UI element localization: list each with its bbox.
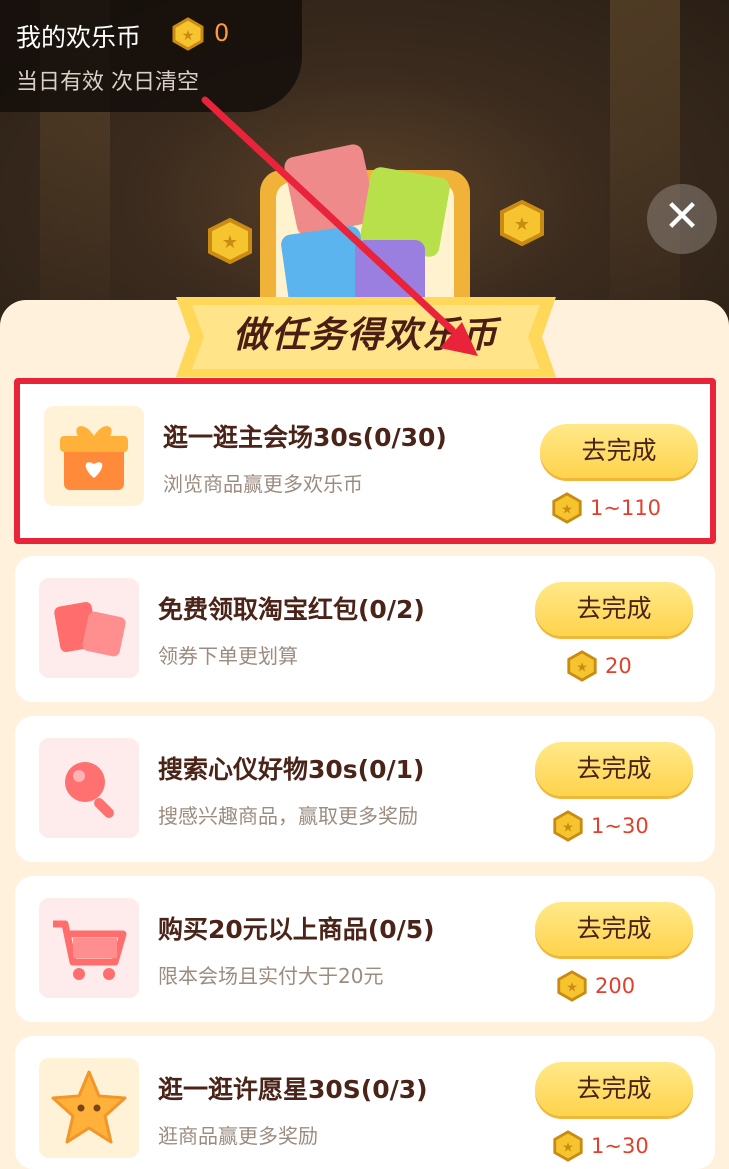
coin-icon: ★ [500,199,544,247]
task-description: 浏览商品赢更多欢乐币 [163,472,363,496]
task-reward: ★ 1~30 [551,808,649,844]
svg-text:★: ★ [566,981,578,996]
task-reward: ★ 1~110 [550,490,661,526]
coin-balance-count: 0 [214,19,230,47]
coin-balance-subtitle: 当日有效 次日清空 [16,70,199,95]
task-card: 逛一逛许愿星30S(0/3) 逛商品赢更多奖励 去完成 ★ 1~30 [15,1036,715,1169]
task-description: 限本会场且实付大于20元 [158,964,384,988]
coin-icon: ★ [552,492,582,524]
task-description: 逛商品赢更多奖励 [158,1124,318,1148]
svg-text:★: ★ [222,232,238,253]
task-description: 领券下单更划算 [158,644,298,668]
close-icon: ✕ [663,191,701,242]
coin-balance-title: 我的欢乐币 [16,23,142,52]
task-name: 逛一逛主会场30s(0/30) [163,423,447,452]
svg-text:★: ★ [562,821,574,836]
task-card: 购买20元以上商品(0/5) 限本会场且实付大于20元 去完成 ★ 200 [15,876,715,1022]
background-beam [610,0,680,330]
go-complete-button[interactable]: 去完成 [535,742,693,796]
coin-balance-chip[interactable]: 我的欢乐币 ★ 0 当日有效 次日清空 [0,0,302,112]
coin-icon: ★ [553,810,583,842]
task-card: 免费领取淘宝红包(0/2) 领券下单更划算 去完成 ★ 20 [15,556,715,702]
task-icon-box [44,406,144,506]
reward-amount: 20 [605,654,632,678]
task-icon-box [39,1058,139,1158]
coin-icon: ★ [208,217,252,265]
task-icon-box [39,898,139,998]
red-packet-icon [54,602,126,657]
gift-heart-icon [60,426,128,490]
coin-icon: ★ [557,970,587,1002]
svg-text:★: ★ [182,28,195,44]
close-button[interactable]: ✕ [647,184,717,254]
reward-amount: 1~30 [591,814,649,838]
reward-amount: 1~110 [590,496,662,520]
reward-amount: 1~30 [591,1134,649,1158]
task-card: 搜索心仪好物30s(0/1) 搜感兴趣商品，赢取更多奖励 去完成 ★ 1~30 [15,716,715,862]
task-reward: ★ 200 [555,968,635,1004]
star-icon [51,1070,127,1144]
go-complete-button[interactable]: 去完成 [535,902,693,956]
go-complete-button[interactable]: 去完成 [535,582,693,636]
svg-text:★: ★ [514,214,530,235]
task-icon-box [39,738,139,838]
task-name: 逛一逛许愿星30S(0/3) [158,1075,428,1104]
banner-title: 做任务得欢乐币 [232,315,499,356]
task-reward: ★ 1~30 [551,1128,649,1164]
svg-text:★: ★ [562,1141,574,1156]
coin-icon: ★ [553,1130,583,1162]
task-reward: ★ 20 [565,648,632,684]
shopping-cart-icon [53,920,127,980]
task-description: 搜感兴趣商品，赢取更多奖励 [158,804,418,828]
svg-text:★: ★ [576,661,588,676]
task-name: 搜索心仪好物30s(0/1) [158,755,425,784]
task-name: 购买20元以上商品(0/5) [158,915,435,944]
svg-text:★: ★ [561,503,573,518]
coin-icon: ★ [567,650,597,682]
task-name: 免费领取淘宝红包(0/2) [158,595,425,624]
go-complete-button[interactable]: 去完成 [540,424,698,478]
go-complete-button[interactable]: 去完成 [535,1062,693,1116]
task-card: 逛一逛主会场30s(0/30) 浏览商品赢更多欢乐币 去完成 ★ 1~110 [14,378,716,544]
reward-amount: 200 [595,974,636,998]
search-magnifier-icon [65,762,114,818]
task-icon-box [39,578,139,678]
coin-icon: ★ [172,17,204,51]
